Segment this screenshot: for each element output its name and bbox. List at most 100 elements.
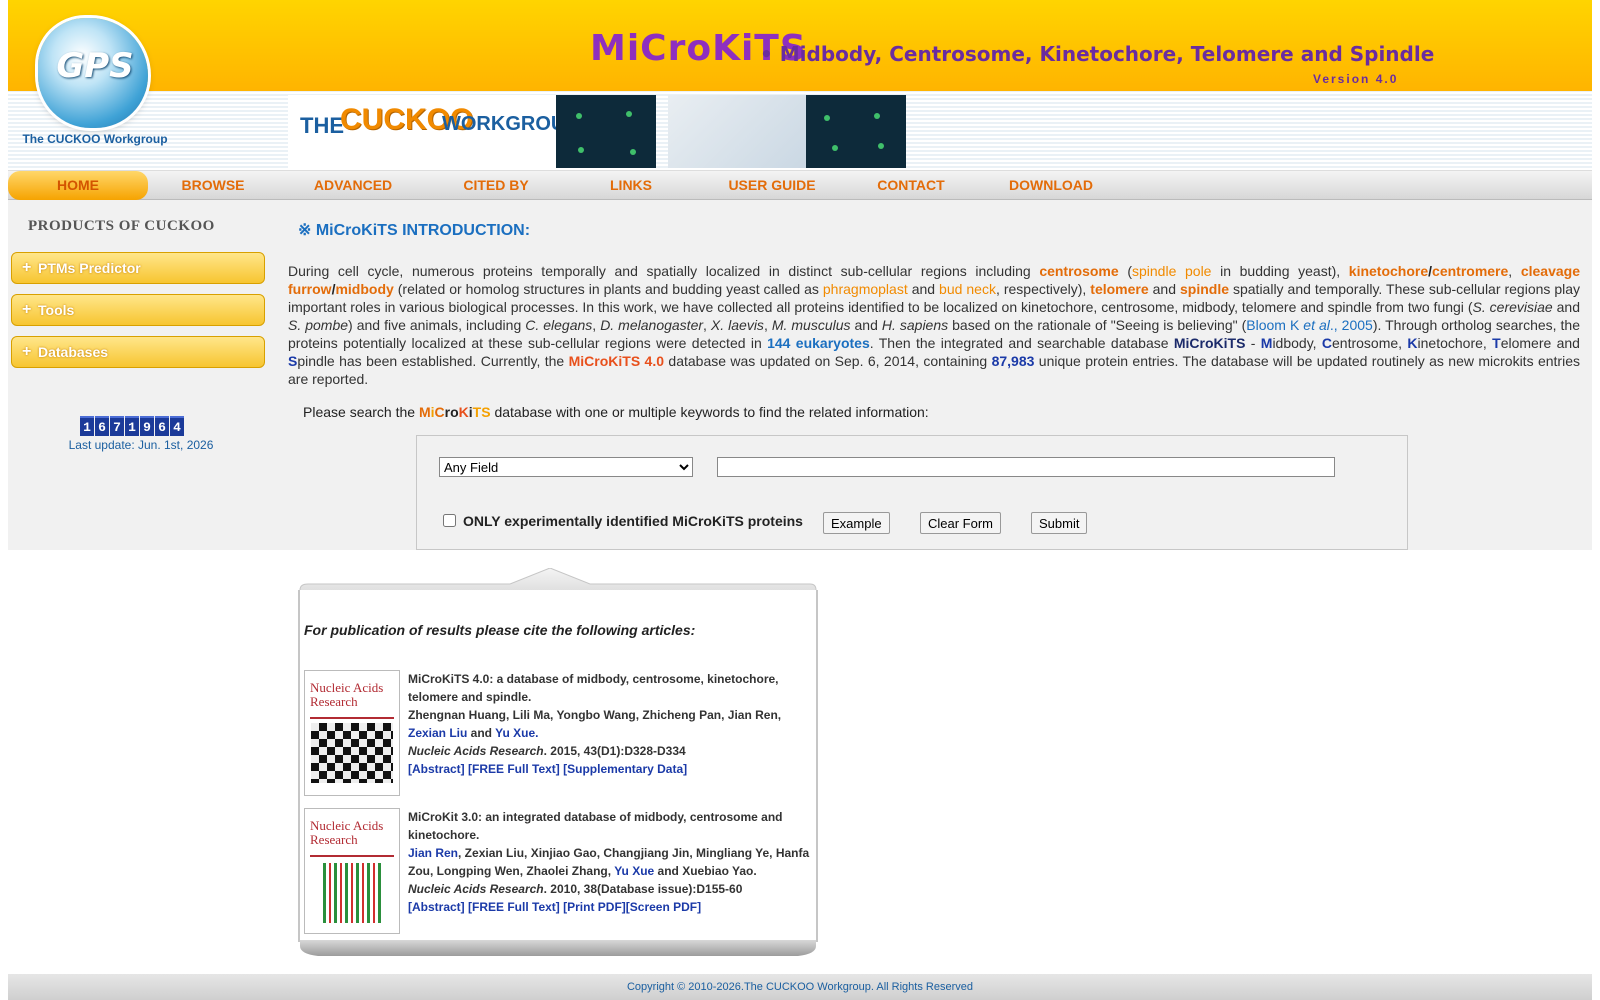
species-name: H. sapiens [881, 317, 949, 333]
link-spindle[interactable]: spindle [1180, 281, 1229, 297]
logo-caption: The CUCKOO Workgroup [22, 132, 168, 146]
diagram-image [668, 95, 814, 168]
counter-digit: 7 [110, 416, 124, 436]
link-kinetochore[interactable]: kinetochore [1349, 263, 1428, 279]
author-link[interactable]: Yu Xue. [495, 726, 538, 740]
name-letter: TS [472, 404, 491, 420]
citation-links[interactable]: [Abstract] [FREE Full Text] [Print PDF][… [408, 900, 701, 914]
sidebar-item-label: PTMs Predictor [38, 260, 141, 276]
submit-button[interactable]: Submit [1031, 512, 1088, 534]
sidebar-ptms-predictor[interactable]: + PTMs Predictor [11, 252, 265, 284]
footer: Copyright © 2010-2026.The CUCKOO Workgro… [8, 974, 1592, 1000]
intro-text: elomere and [1500, 335, 1580, 351]
nav-user-guide[interactable]: USER GUIDE [724, 171, 820, 200]
sidebar-item-label: Databases [38, 344, 109, 360]
cover-journal: Nucleic Acids Research [310, 818, 384, 847]
author-link[interactable]: Zexian Liu [408, 726, 467, 740]
journal-cover-image[interactable]: Nucleic Acids Research [304, 808, 400, 934]
intro-text: and [907, 281, 940, 297]
experimental-only-label: ONLY experimentally identified MiCroKiTS… [463, 513, 803, 529]
link-centrosome[interactable]: centrosome [1039, 263, 1118, 279]
citation-authors: and Xuebiao Yao. [654, 864, 757, 878]
cuckoo-banner[interactable]: THE CUCKOO WORKGROUP [288, 95, 579, 168]
gps-logo[interactable]: GPS The CUCKOO Workgroup [20, 8, 170, 148]
citation-links[interactable]: [Abstract] [FREE Full Text] [Supplementa… [408, 762, 687, 776]
plus-icon: + [22, 259, 32, 276]
counter-digit: 4 [170, 416, 184, 436]
intro-text: based on the rationale of "Seeing is bel… [948, 317, 1247, 333]
citation-panel-bottom [300, 940, 816, 956]
journal-cover-image[interactable]: Nucleic Acids Research [304, 670, 400, 796]
link-centromere[interactable]: centromere [1432, 263, 1508, 279]
citation-journal: Nucleic Acids Research [408, 882, 544, 896]
logo-text: GPS [56, 46, 134, 86]
site-version: Version 4.0 [1313, 72, 1399, 86]
sidebar-databases[interactable]: + Databases [11, 336, 265, 368]
experimental-only-checkbox[interactable] [443, 514, 456, 527]
species-name: X. laevis [710, 317, 764, 333]
field-select[interactable]: Any Field [439, 457, 693, 477]
sidebar-item-label: Tools [38, 302, 75, 318]
link-bud-neck[interactable]: bud neck [939, 281, 996, 297]
mitosis-image [556, 95, 656, 168]
counter-digit: 6 [95, 416, 109, 436]
sidebar: PRODUCTS OF CUCKOO + PTMs Predictor + To… [8, 200, 274, 550]
sidebar-tools[interactable]: + Tools [11, 294, 265, 326]
species-name: S. cerevisiae [1472, 299, 1553, 315]
entry-count: 87,983 [991, 353, 1035, 369]
name-letter: K [458, 404, 469, 420]
intro-title: ※ MiCroKiTS INTRODUCTION: [298, 222, 531, 239]
clear-form-button[interactable]: Clear Form [920, 512, 1002, 534]
citation-title: For publication of results please cite t… [304, 622, 696, 638]
header: GPS The CUCKOO Workgroup MiCroKiTS • Mid… [8, 0, 1592, 170]
cover-journal: Nucleic Acids Research [310, 680, 384, 709]
name-letter: C [434, 404, 445, 420]
visit-counter: 1 6 7 1 9 6 4 [80, 416, 185, 436]
prompt-text: Please search the [303, 404, 419, 420]
plus-icon: + [22, 343, 32, 360]
intro-text: and [1148, 281, 1180, 297]
nav-advanced[interactable]: ADVANCED [308, 171, 398, 200]
citation-2: MiCroKit 3.0: an integrated database of … [408, 808, 812, 916]
search-prompt: Please search the MiCroKiTS database wit… [303, 404, 929, 420]
nav-links[interactable]: LINKS [606, 171, 656, 200]
intro-text: and [850, 317, 882, 333]
intro-text: . Then the integrated and searchable dat… [869, 335, 1174, 351]
example-button[interactable]: Example [823, 512, 890, 534]
link-bloom-2005[interactable]: Bloom K et al., 2005 [1246, 317, 1373, 333]
counter-digit: 6 [155, 416, 169, 436]
acronym-letter: S [288, 353, 298, 369]
intro-text: (related or homolog structures in plants… [393, 281, 823, 297]
intro-text: inetochore, [1417, 335, 1493, 351]
author-link[interactable]: Yu Xue [614, 864, 654, 878]
intro-text: ) and five animals, including [348, 317, 526, 333]
link-midbody[interactable]: midbody [335, 281, 393, 297]
acronym-letter: T [1492, 335, 1501, 351]
nav-contact[interactable]: CONTACT [874, 171, 948, 200]
intro-text: ( [1118, 263, 1132, 279]
nav-cited-by[interactable]: CITED BY [456, 171, 536, 200]
counter-digit: 9 [140, 416, 154, 436]
nav-home[interactable]: HOME [8, 171, 148, 200]
citation-text: and [467, 726, 496, 740]
intro-text: During cell cycle, numerous proteins tem… [288, 263, 1040, 279]
nav-download[interactable]: DOWNLOAD [1006, 171, 1096, 200]
species-name: S. pombe [288, 317, 349, 333]
cell-division-image [806, 95, 906, 168]
acronym-letter: C [1321, 335, 1333, 351]
link-phragmoplast[interactable]: phragmoplast [823, 281, 908, 297]
acronym-letter: M [1260, 335, 1273, 351]
banner-the: THE [300, 113, 344, 138]
link-eukaryotes[interactable]: 144 eukaryotes [767, 335, 870, 351]
search-form: Any Field ONLY experimentally identified… [416, 435, 1408, 550]
link-telomere[interactable]: telomere [1090, 281, 1148, 297]
intro-text: in budding yeast), [1211, 263, 1349, 279]
link-spindle-pole[interactable]: spindle pole [1132, 263, 1211, 279]
keyword-input[interactable] [717, 457, 1335, 477]
intro-paragraph: During cell cycle, numerous proteins tem… [288, 263, 1581, 387]
author-link[interactable]: Jian Ren [408, 846, 458, 860]
site-subtitle: • Midbody, Centrosome, Kinetochore, Telo… [760, 42, 1435, 66]
intro-text: , respectively), [995, 281, 1091, 297]
main-nav: HOME BROWSE ADVANCED CITED BY LINKS USER… [8, 170, 1592, 200]
nav-browse[interactable]: BROWSE [178, 171, 248, 200]
